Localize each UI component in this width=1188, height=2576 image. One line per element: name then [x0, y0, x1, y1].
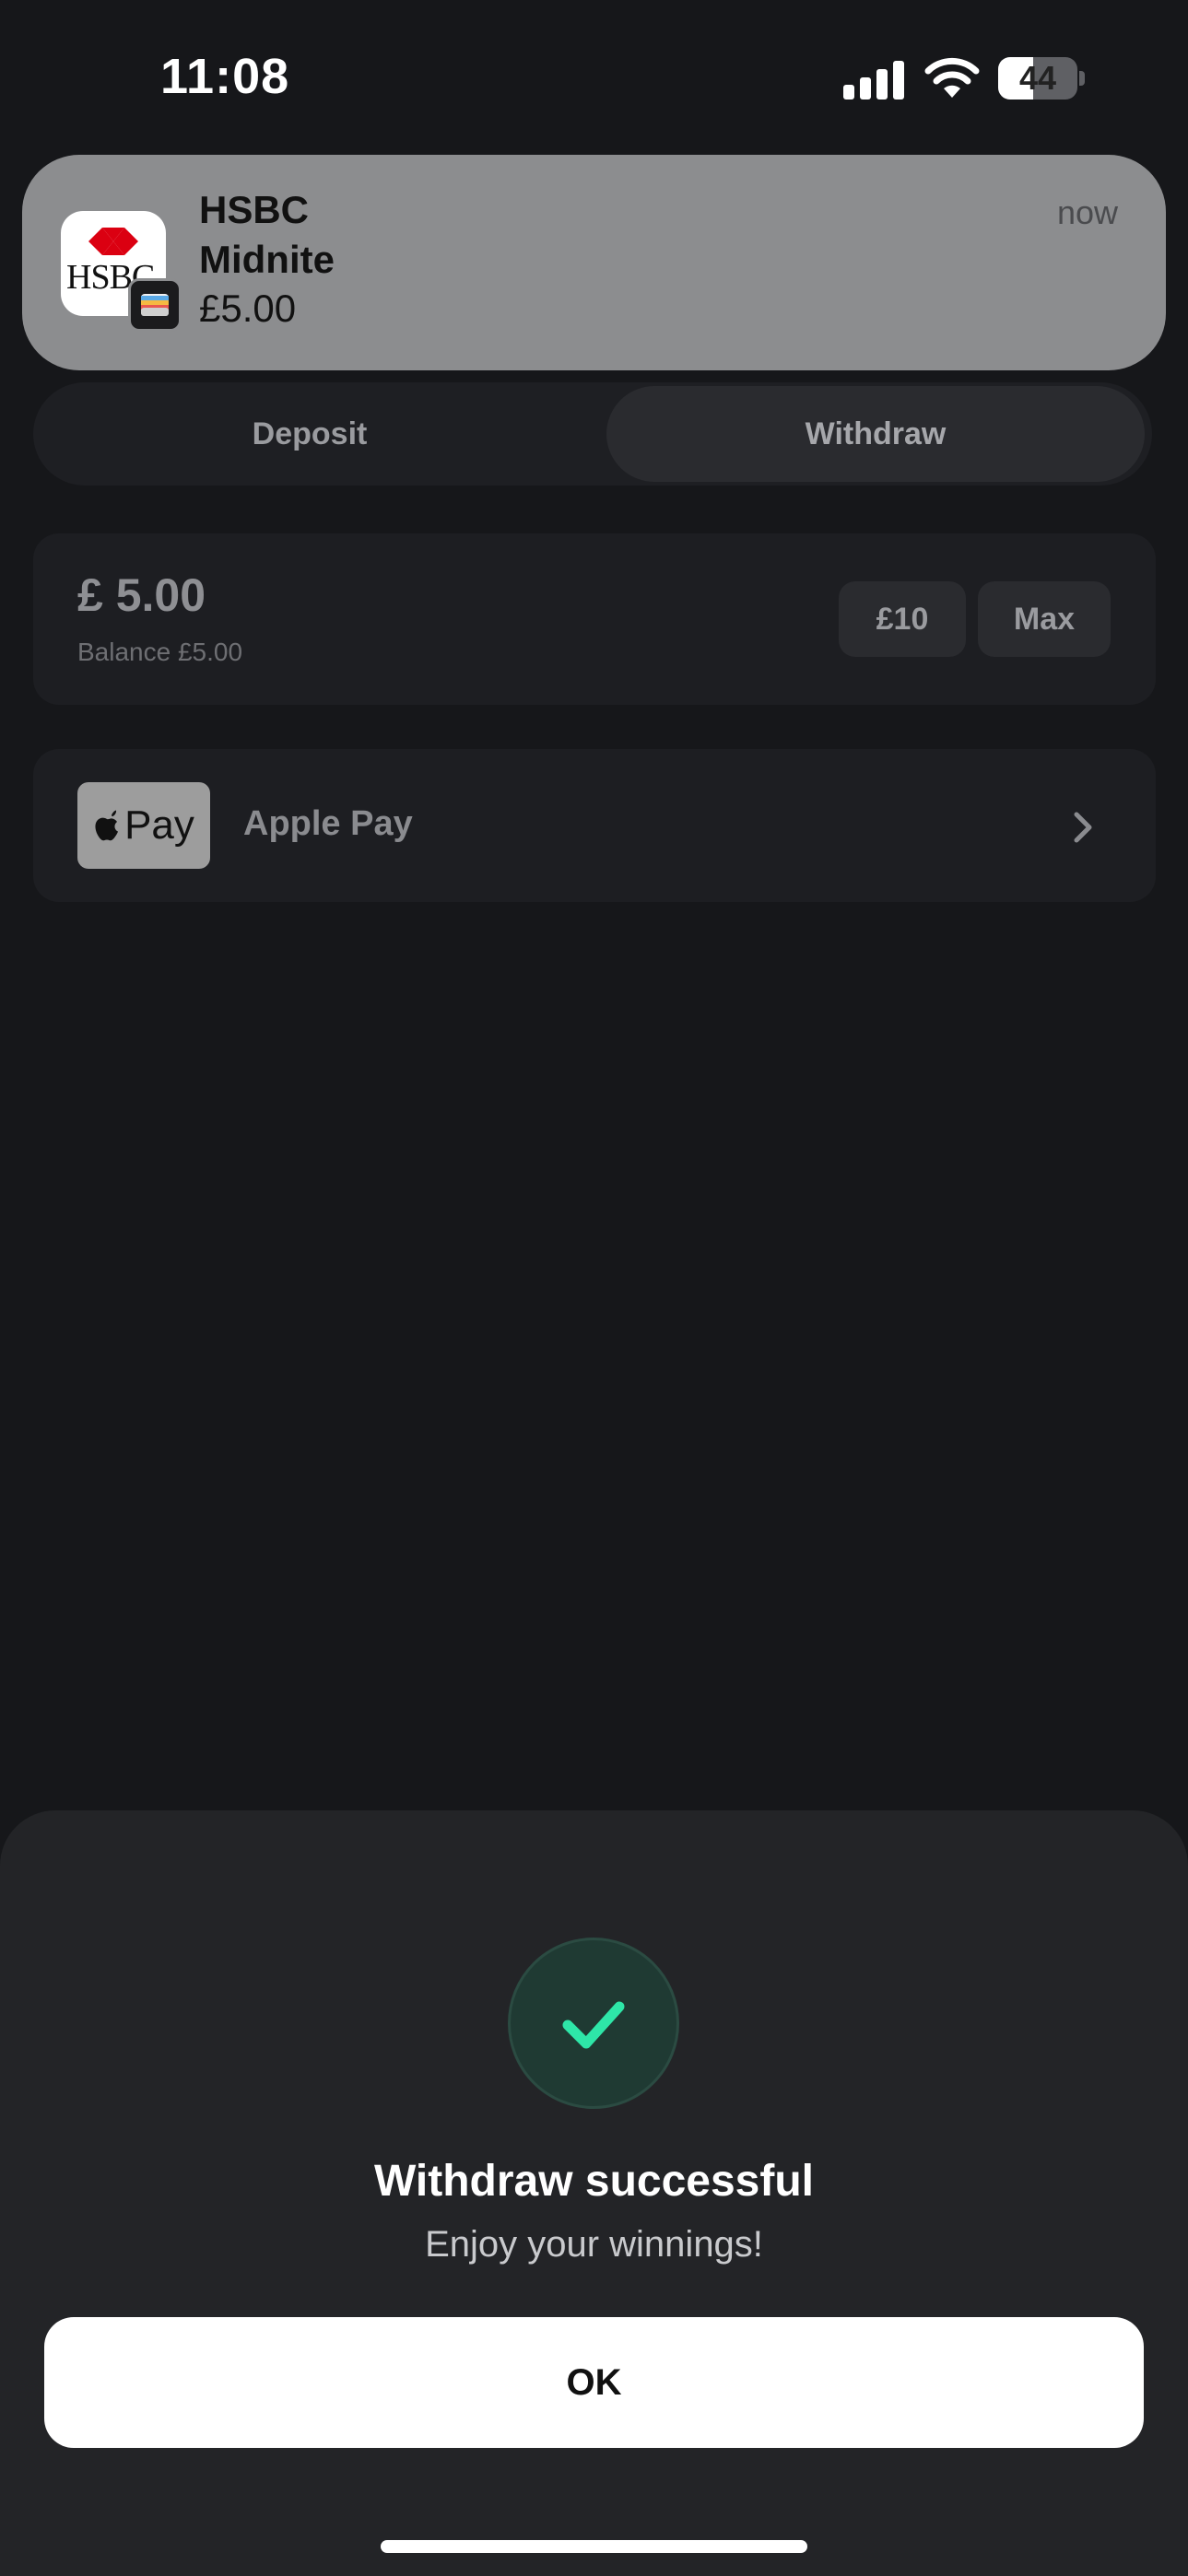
cellular-signal-icon [843, 61, 904, 100]
payment-method-label: Apple Pay [243, 804, 413, 843]
home-indicator[interactable] [381, 2540, 807, 2553]
tab-withdraw[interactable]: Withdraw [606, 386, 1145, 482]
notification-time: now [1056, 193, 1118, 231]
amount-value[interactable]: £ 5.00 [77, 568, 206, 622]
tab-deposit[interactable]: Deposit [33, 382, 586, 486]
notification-subtitle: Midnite [199, 238, 335, 281]
notification-title: HSBC [199, 188, 310, 231]
deposit-withdraw-tabs: Deposit Withdraw [33, 382, 1152, 486]
notification-body: £5.00 [199, 287, 297, 330]
chevron-right-icon [1074, 812, 1092, 843]
wallet-icon [128, 278, 182, 332]
apple-icon [95, 810, 119, 841]
status-time: 11:08 [160, 49, 290, 104]
apple-pay-badge-text: Pay [124, 802, 194, 848]
success-subtitle: Enjoy your winnings! [425, 2224, 763, 2265]
notification-banner[interactable] [22, 155, 1166, 370]
check-icon [562, 2001, 625, 2049]
success-title: Withdraw successful [373, 2157, 815, 2206]
battery-level: 44 [1018, 59, 1057, 97]
quick-amount-max-button[interactable]: Max [978, 581, 1111, 657]
success-badge [508, 1938, 679, 2109]
battery-icon: 44 [998, 57, 1085, 100]
ok-button[interactable]: OK [44, 2317, 1144, 2448]
balance-label: Balance £5.00 [77, 638, 243, 666]
quick-amount-10-button[interactable]: £10 [839, 581, 966, 657]
wifi-icon [924, 57, 980, 98]
hsbc-hexagon-icon [88, 228, 138, 255]
apple-pay-badge: Pay [77, 782, 210, 869]
